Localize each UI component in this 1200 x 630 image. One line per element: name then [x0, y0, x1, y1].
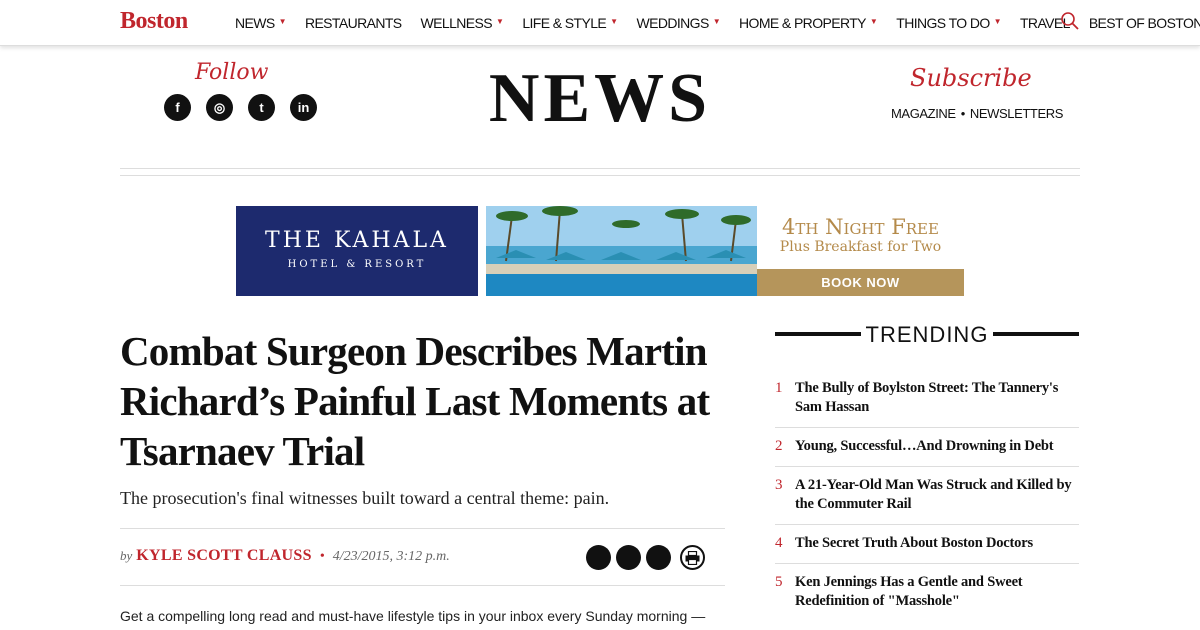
trending-rank: 2 — [775, 438, 783, 454]
trending-item[interactable]: 5 Ken Jennings Has a Gentle and Sweet Re… — [775, 564, 1079, 621]
trending-item-title: The Secret Truth About Boston Doctors — [795, 535, 1033, 551]
trending-title-wrap: TRENDING — [775, 322, 1079, 348]
trending-title: TRENDING — [860, 322, 994, 347]
dropdown-caret-icon: ▼ — [610, 16, 618, 26]
subscribe-links: MAGAZINE • NEWSLETTERS — [891, 106, 1063, 121]
print-icon[interactable] — [680, 545, 705, 570]
article-headline: Combat Surgeon Describes Martin Richard’… — [120, 328, 710, 474]
nav-item-label: THINGS TO DO — [896, 15, 990, 31]
dropdown-caret-icon: ▼ — [993, 16, 1002, 26]
publish-timestamp: 4/23/2015, 3:12 p.m. — [332, 549, 450, 564]
share-tools — [586, 545, 705, 570]
ad-offer-title: 4th Night Free — [782, 215, 939, 239]
resort-pool-image — [486, 206, 757, 296]
byline-prefix: by — [120, 548, 133, 563]
nav-item-life-style[interactable]: LIFE & STYLE ▼ — [522, 15, 618, 31]
article-dek: The prosecution's final witnesses built … — [120, 488, 610, 508]
nav-item-things-to-do[interactable]: THINGS TO DO ▼ — [896, 15, 1001, 31]
ad-offer-subtitle: Plus Breakfast for Two — [779, 239, 942, 255]
dropdown-caret-icon: ▼ — [496, 16, 504, 26]
ad-brand-subtitle: HOTEL & RESORT — [287, 259, 427, 270]
trending-item[interactable]: 3 A 21-Year-Old Man Was Struck and Kille… — [775, 467, 1079, 525]
nav-item-label: WEDDINGS — [636, 15, 710, 31]
trending-item-title: The Bully of Boylston Street: The Tanner… — [795, 380, 1059, 415]
nav-item-news[interactable]: NEWS ▼ — [235, 15, 287, 31]
dropdown-caret-icon: ▼ — [278, 16, 287, 26]
ad-resort-photo — [486, 206, 757, 296]
search-icon[interactable] — [1060, 11, 1080, 31]
ad-brand-panel: THE KAHALA HOTEL & RESORT — [236, 206, 478, 296]
nav-item-label: NEWS — [235, 15, 275, 31]
email-share-icon[interactable] — [646, 545, 671, 570]
site-logo[interactable]: Boston — [120, 8, 188, 35]
byline-bar: by KYLE SCOTT CLAUSS • 4/23/2015, 3:12 p… — [120, 528, 725, 586]
book-now-button[interactable]: BOOK NOW — [757, 269, 964, 296]
byline: by KYLE SCOTT CLAUSS • 4/23/2015, 3:12 p… — [120, 547, 450, 565]
nav-item-wellness[interactable]: WELLNESS ▼ — [421, 15, 504, 31]
nav-item-label: WELLNESS — [420, 15, 493, 31]
trending-item-title: Young, Successful…And Drowning in Debt — [795, 438, 1054, 454]
trending-rank: 1 — [775, 380, 783, 396]
main-nav-menu: NEWS ▼ RESTAURANTS WELLNESS ▼ LIFE & STYLE… — [235, 0, 1200, 46]
author-link[interactable]: KYLE SCOTT CLAUSS — [136, 547, 312, 565]
facebook-share-icon[interactable] — [586, 545, 611, 570]
ad-banner[interactable]: THE KAHALA HOTEL & RESORT 4th Night Free… — [236, 206, 964, 296]
newsletters-link[interactable]: NEWSLETTERS — [970, 106, 1064, 121]
trending-rank: 3 — [775, 477, 783, 493]
separator-dot: • — [960, 106, 966, 121]
nav-item-best-of-boston[interactable]: BEST OF BOSTON — [1089, 15, 1200, 31]
subscribe-label[interactable]: Subscribe — [910, 64, 1032, 92]
twitter-share-icon[interactable] — [616, 545, 641, 570]
newsletter-promo-text: Get a compelling long read and must-have… — [120, 608, 706, 624]
trending-item[interactable]: 1 The Bully of Boylston Street: The Tann… — [775, 370, 1079, 428]
trending-rank: 5 — [775, 574, 783, 590]
nav-item-label: RESTAURANTS — [304, 15, 402, 31]
nav-item-label: LIFE & STYLE — [522, 15, 607, 31]
top-navigation-bar: Boston NEWS ▼ RESTAURANTS WELLNESS ▼ LIFE … — [0, 0, 1200, 46]
header-divider — [120, 175, 1080, 176]
ad-offer-panel: 4th Night Free Plus Breakfast for Two BO… — [757, 206, 964, 296]
trending-item-title: Ken Jennings Has a Gentle and Sweet Rede… — [795, 574, 1023, 609]
trending-item-title: A 21-Year-Old Man Was Struck and Killed … — [795, 477, 1072, 512]
ad-brand-name: THE KAHALA — [265, 228, 449, 253]
nav-item-label: HOME & PROPERTY — [739, 15, 866, 31]
nav-item-restaurants[interactable]: RESTAURANTS — [305, 15, 402, 31]
dropdown-caret-icon: ▼ — [869, 16, 878, 26]
trending-header: TRENDING — [775, 322, 1079, 348]
byline-separator: • — [319, 549, 325, 564]
trending-item[interactable]: 4 The Secret Truth About Boston Doctors — [775, 525, 1079, 564]
printer-glyph — [685, 550, 700, 565]
nav-item-label: BEST OF BOSTON — [1088, 15, 1200, 31]
trending-list: 1 The Bully of Boylston Street: The Tann… — [775, 370, 1079, 621]
magazine-link[interactable]: MAGAZINE — [891, 106, 956, 121]
trending-rank: 4 — [775, 535, 783, 551]
header-divider — [120, 168, 1080, 169]
nav-item-weddings[interactable]: WEDDINGS ▼ — [637, 15, 721, 31]
dropdown-caret-icon: ▼ — [712, 16, 721, 26]
nav-item-home-property[interactable]: HOME & PROPERTY ▼ — [739, 15, 878, 31]
trending-item[interactable]: 2 Young, Successful…And Drowning in Debt — [775, 428, 1079, 467]
